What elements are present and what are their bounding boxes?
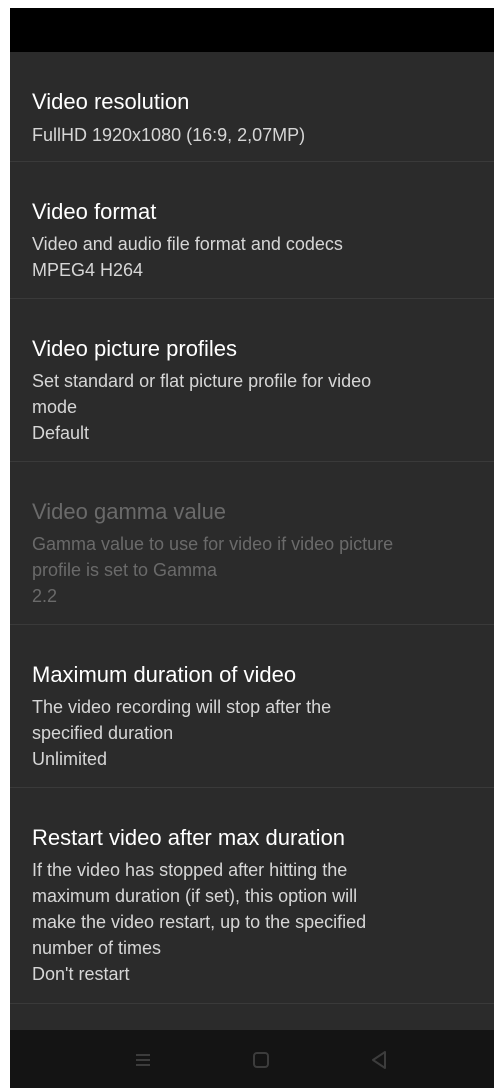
pref-summary: Gamma value to use for video if video pi… xyxy=(32,534,394,606)
settings-list: Video resolution FullHD 1920x1080 (16:9,… xyxy=(10,52,494,1004)
navigation-bar xyxy=(10,1030,494,1088)
pref-summary: FullHD 1920x1080 (16:9, 2,07MP) xyxy=(32,125,306,145)
settings-screen: Video resolution FullHD 1920x1080 (16:9,… xyxy=(10,8,494,1088)
status-bar xyxy=(10,8,494,52)
back-icon[interactable] xyxy=(366,1047,392,1073)
pref-title: Maximum duration of video xyxy=(32,662,297,687)
pref-summary: Video and audio file format and codecs M… xyxy=(32,234,343,280)
pref-summary: Set standard or flat picture profile for… xyxy=(32,371,372,443)
home-icon[interactable] xyxy=(248,1047,274,1073)
pref-title: Video picture profiles xyxy=(32,336,238,361)
pref-restart-after-max-duration[interactable]: Restart video after max duration If the … xyxy=(10,788,494,1004)
pref-summary: If the video has stopped after hitting t… xyxy=(32,860,367,984)
pref-video-resolution[interactable]: Video resolution FullHD 1920x1080 (16:9,… xyxy=(10,52,494,162)
pref-title: Video gamma value xyxy=(32,499,227,524)
pref-title: Restart video after max duration xyxy=(32,825,346,850)
pref-title: Video resolution xyxy=(32,89,190,114)
pref-summary: The video recording will stop after the … xyxy=(32,697,332,769)
menu-icon[interactable] xyxy=(130,1047,156,1073)
pref-max-duration[interactable]: Maximum duration of video The video reco… xyxy=(10,625,494,788)
pref-video-format[interactable]: Video format Video and audio file format… xyxy=(10,162,494,299)
pref-video-gamma-value: Video gamma value Gamma value to use for… xyxy=(10,462,494,625)
pref-title: Video format xyxy=(32,199,157,224)
pref-video-picture-profiles[interactable]: Video picture profiles Set standard or f… xyxy=(10,299,494,462)
